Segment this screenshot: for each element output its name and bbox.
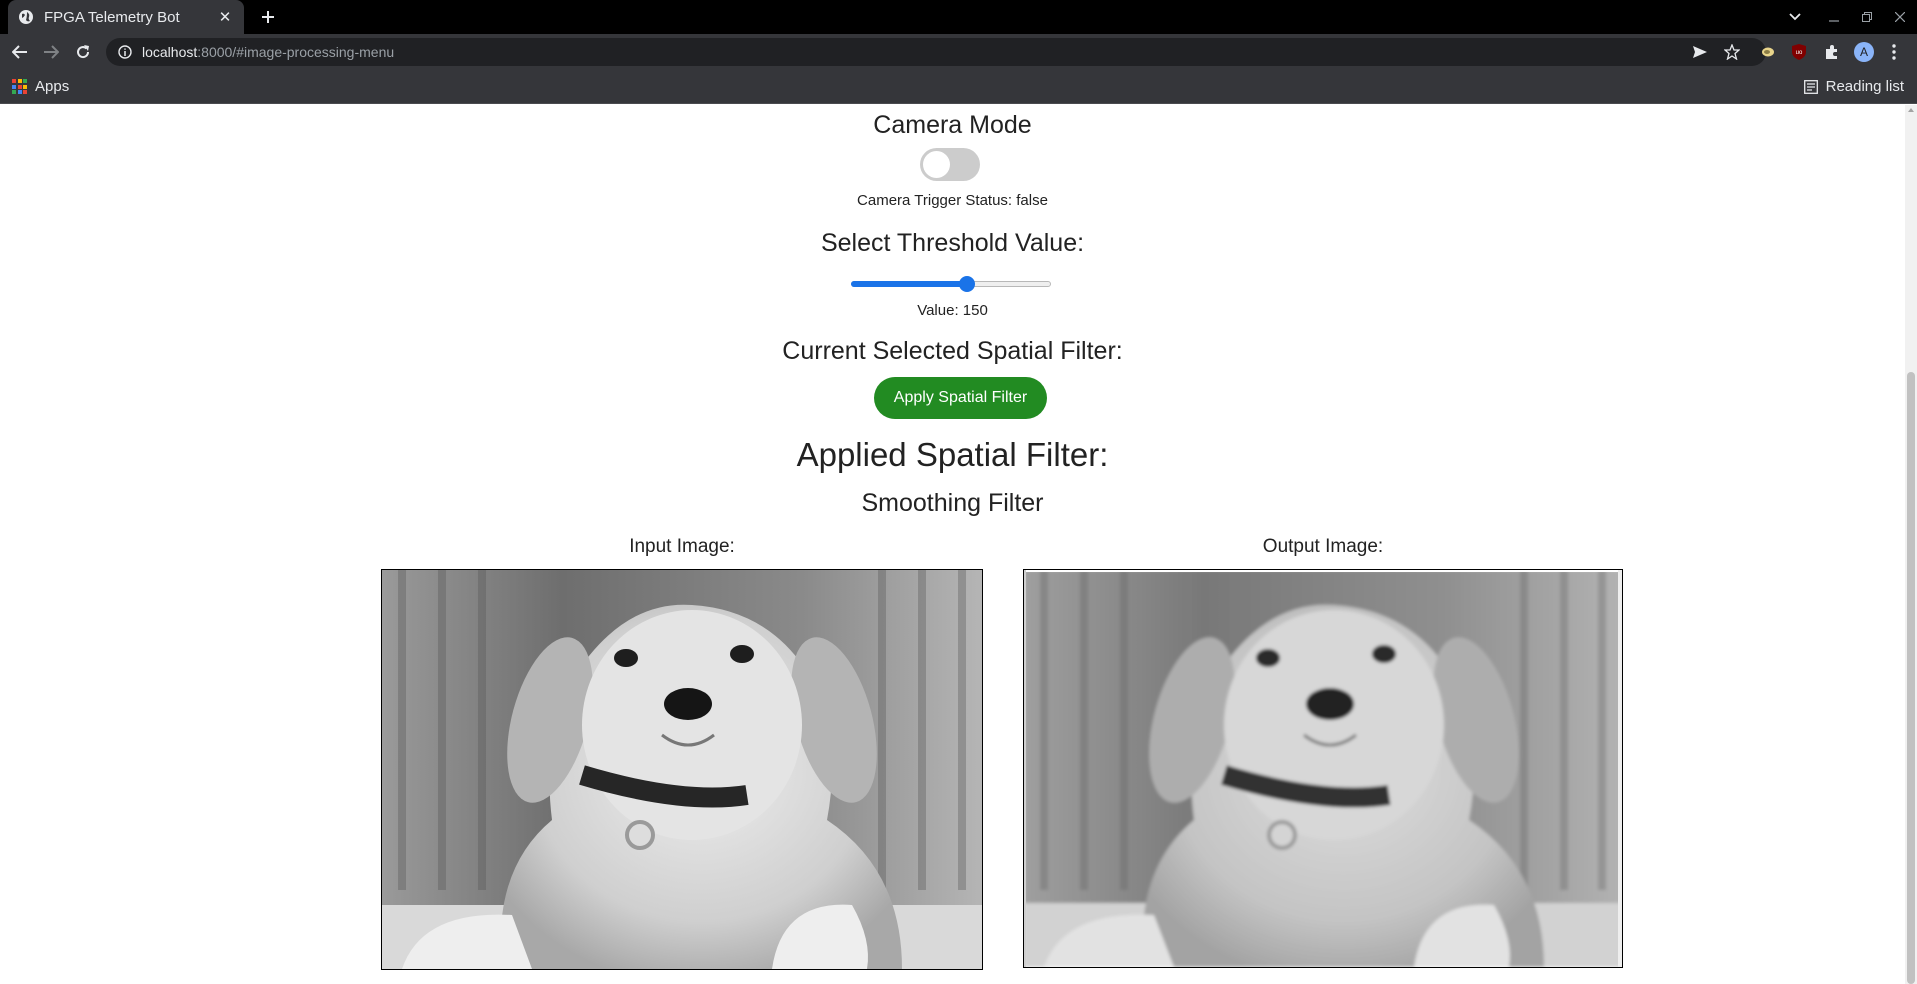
forward-button[interactable]	[39, 40, 63, 64]
apps-grid-icon	[12, 79, 27, 94]
chevron-down-icon	[1789, 13, 1801, 21]
camera-trigger-status: Camera Trigger Status: false	[857, 192, 1048, 209]
input-image	[381, 569, 983, 970]
restore-icon	[1862, 12, 1872, 22]
bookmark-star-button[interactable]	[1720, 38, 1744, 66]
address-bar[interactable]: localhost:8000/#image-processing-menu	[106, 38, 1766, 66]
apps-label: Apps	[35, 78, 70, 95]
threshold-value-text: Value: 150	[917, 302, 988, 319]
info-icon[interactable]	[118, 45, 132, 59]
applied-filter-heading: Applied Spatial Filter:	[796, 436, 1109, 473]
close-window-button[interactable]	[1885, 0, 1915, 34]
new-tab-button[interactable]	[256, 5, 280, 29]
slider-fill	[851, 281, 968, 287]
url-host: localhost	[142, 44, 198, 60]
url-path: :8000/#image-processing-menu	[197, 44, 395, 60]
apps-shortcut[interactable]: Apps	[12, 78, 69, 95]
send-tab-button[interactable]	[1688, 38, 1712, 66]
slider-thumb[interactable]	[959, 276, 976, 292]
globe-icon	[18, 9, 34, 25]
kebab-menu-icon	[1892, 44, 1896, 60]
tab-title: FPGA Telemetry Bot	[44, 8, 180, 26]
threshold-heading: Select Threshold Value:	[820, 229, 1085, 257]
puzzle-icon	[1826, 45, 1837, 59]
toggle-knob	[923, 151, 950, 178]
browser-menu-button[interactable]	[1882, 40, 1906, 64]
apply-spatial-filter-button[interactable]: Apply Spatial Filter	[874, 377, 1047, 419]
browser-toolbar: localhost:8000/#image-processing-menu uo…	[0, 34, 1917, 70]
close-icon	[1895, 12, 1905, 22]
ublock-extension-button[interactable]: uo	[1787, 40, 1811, 64]
extensions-menu-button[interactable]	[1820, 40, 1844, 64]
input-image-label: Input Image:	[629, 536, 735, 557]
restore-button[interactable]	[1852, 0, 1882, 34]
profile-button[interactable]: A	[1852, 40, 1876, 64]
close-tab-icon[interactable]: ✕	[216, 8, 234, 26]
scroll-up-arrow-icon[interactable]	[1908, 108, 1914, 112]
threshold-slider[interactable]	[851, 274, 1051, 294]
browser-tab[interactable]: FPGA Telemetry Bot ✕	[8, 0, 244, 34]
extension-button[interactable]	[1756, 40, 1780, 64]
output-image-label: Output Image:	[1262, 536, 1384, 557]
reload-icon	[77, 45, 90, 59]
star-icon	[1724, 44, 1740, 60]
reload-button[interactable]	[71, 40, 95, 64]
reading-list-button[interactable]: Reading list	[1803, 78, 1904, 95]
bookmarks-bar: Apps Reading list	[0, 70, 1917, 104]
back-arrow-icon	[12, 45, 27, 59]
page-scrollbar[interactable]	[1905, 105, 1917, 984]
minimize-icon	[1829, 20, 1839, 22]
minimize-button[interactable]	[1819, 0, 1849, 34]
svg-text:uo: uo	[1796, 50, 1803, 56]
camera-mode-heading: Camera Mode	[873, 111, 1032, 139]
applied-filter-name: Smoothing Filter	[861, 489, 1044, 517]
ublock-icon: uo	[1792, 44, 1806, 60]
forward-arrow-icon	[44, 45, 59, 59]
extension-lemon-icon	[1762, 47, 1774, 57]
tab-strip: FPGA Telemetry Bot ✕	[0, 0, 1917, 34]
reading-list-icon	[1803, 79, 1818, 94]
url-text: localhost:8000/#image-processing-menu	[142, 44, 394, 60]
page-viewport: Camera Mode Camera Trigger Status: false…	[0, 105, 1905, 984]
reading-list-label: Reading list	[1825, 78, 1904, 95]
profile-initial: A	[1859, 45, 1868, 59]
send-icon	[1693, 46, 1707, 58]
tab-search-button[interactable]	[1780, 0, 1810, 34]
current-filter-heading: Current Selected Spatial Filter:	[782, 337, 1123, 365]
camera-mode-toggle[interactable]	[920, 148, 980, 181]
scrollbar-thumb[interactable]	[1907, 372, 1915, 984]
output-image	[1023, 569, 1623, 968]
back-button[interactable]	[8, 40, 32, 64]
plus-icon	[262, 11, 274, 23]
